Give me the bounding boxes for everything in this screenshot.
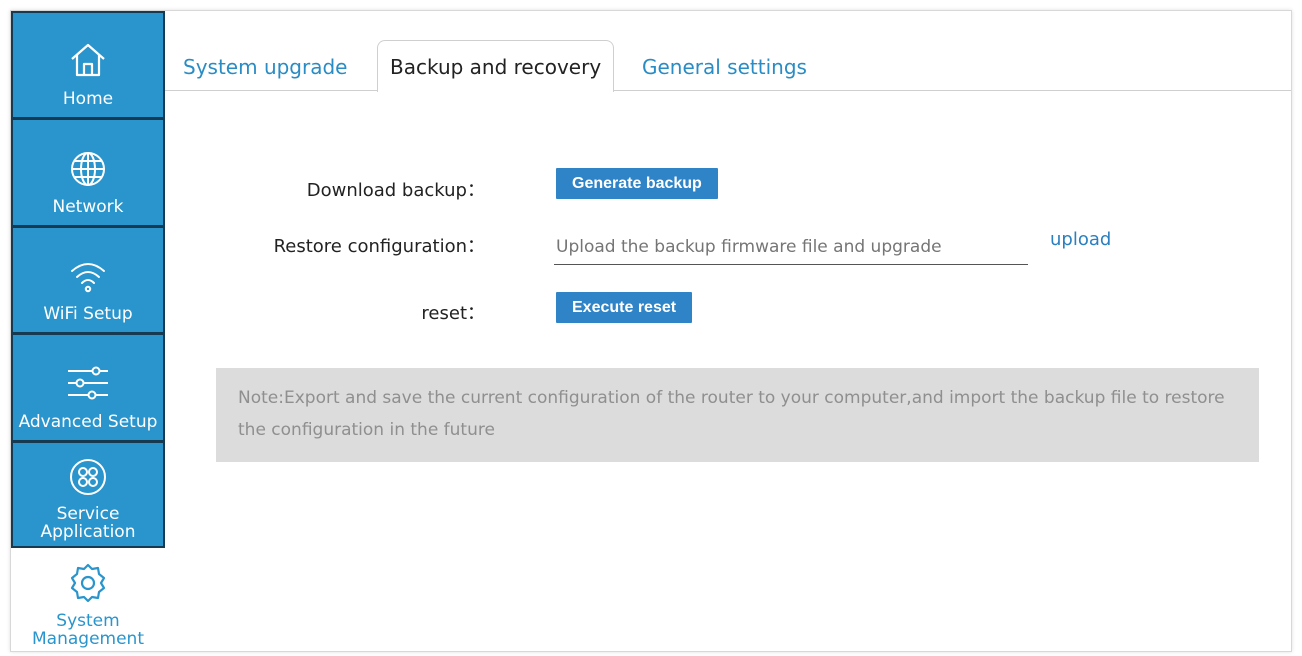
sliders-icon — [66, 363, 110, 407]
tab-system-upgrade[interactable]: System upgrade — [183, 55, 347, 79]
globe-icon — [69, 150, 107, 192]
sidebar-item-label: Service Application — [40, 504, 136, 542]
tab-bar: System upgrade Backup and recovery Gener… — [165, 11, 1291, 92]
sidebar-item-label: Home — [62, 89, 114, 109]
sidebar-item-label: System Management — [32, 611, 144, 649]
note-box: Note:Export and save the current configu… — [216, 368, 1259, 462]
download-backup-label: Download backup： — [306, 180, 485, 201]
execute-reset-button[interactable]: Execute reset — [556, 292, 693, 323]
sidebar-item-label: Advanced Setup — [18, 412, 158, 432]
generate-backup-button[interactable]: Generate backup — [556, 168, 718, 199]
restore-configuration-label: Restore configuration： — [273, 236, 485, 257]
main-window: Home Network WiFi Setup Advanced Setup S… — [10, 10, 1292, 652]
sidebar-item-network[interactable]: Network — [11, 118, 165, 227]
tab-general-settings[interactable]: General settings — [642, 55, 807, 79]
sidebar-item-system-management[interactable]: System Management — [11, 548, 165, 651]
sidebar: Home Network WiFi Setup Advanced Setup S… — [11, 11, 165, 651]
home-icon — [68, 40, 108, 84]
sidebar-item-wifi-setup[interactable]: WiFi Setup — [11, 226, 165, 334]
sidebar-item-label: WiFi Setup — [43, 304, 133, 324]
reset-label: reset： — [421, 303, 485, 324]
sidebar-item-label: Network — [52, 197, 124, 217]
sidebar-item-home[interactable]: Home — [11, 11, 165, 119]
backup-file-input[interactable] — [554, 229, 1028, 265]
upload-link[interactable]: upload — [1050, 229, 1111, 250]
gear-icon — [67, 562, 109, 608]
apps-icon — [68, 457, 108, 501]
sidebar-item-service-application[interactable]: Service Application — [11, 441, 165, 548]
sidebar-item-advanced-setup[interactable]: Advanced Setup — [11, 333, 165, 442]
wifi-icon — [68, 255, 108, 299]
tab-backup-and-recovery[interactable]: Backup and recovery — [377, 40, 615, 92]
